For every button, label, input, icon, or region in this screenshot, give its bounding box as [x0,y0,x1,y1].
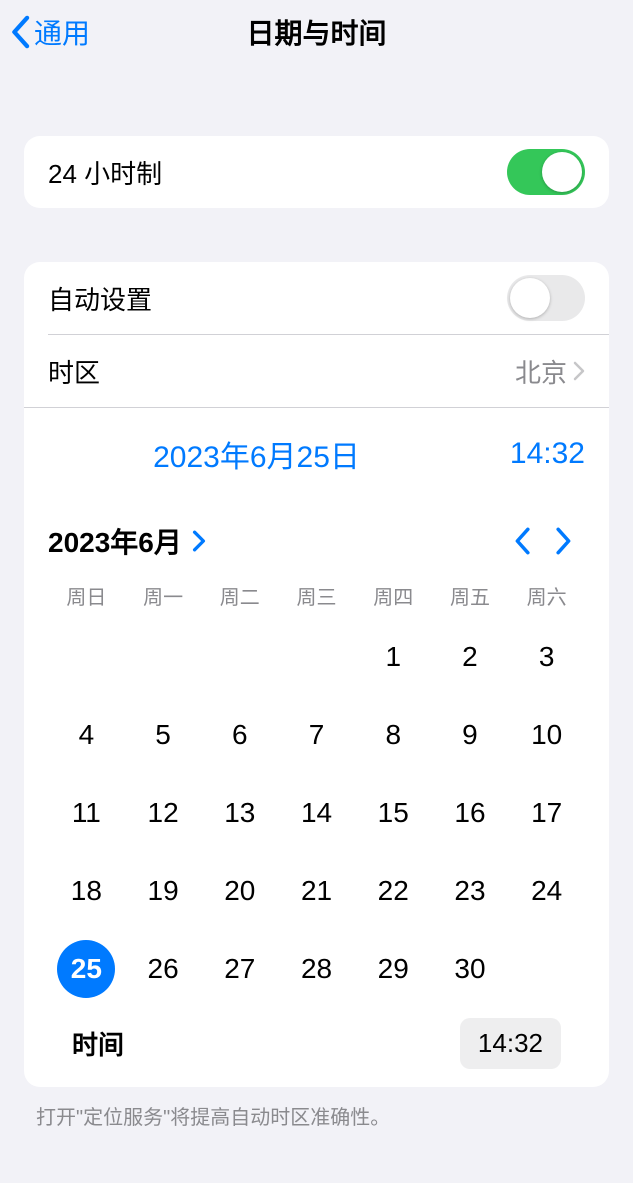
calendar-day[interactable]: 25 [48,930,125,1008]
back-label: 通用 [34,12,90,52]
calendar-day[interactable]: 11 [48,774,125,852]
calendar-day[interactable]: 3 [508,618,585,696]
calendar-day[interactable]: 13 [201,774,278,852]
calendar-day[interactable]: 20 [201,852,278,930]
month-picker-button[interactable]: 2023年6月 [48,521,206,561]
month-label: 2023年6月 [48,521,182,561]
row-timezone[interactable]: 时区 北京 [24,335,609,407]
toggle-auto[interactable] [507,275,585,321]
chevron-right-icon [555,527,573,555]
footer-hint: 打开"定位服务"将提高自动时区准确性。 [36,1101,597,1130]
weekday-label: 周三 [278,575,355,616]
calendar-day[interactable]: 8 [355,696,432,774]
calendar-day-blank [278,618,355,696]
calendar-day[interactable]: 27 [201,930,278,1008]
back-button[interactable]: 通用 [10,12,90,52]
calendar-day[interactable]: 22 [355,852,432,930]
calendar-day[interactable]: 5 [125,696,202,774]
calendar-header: 2023年6月 [48,513,585,569]
calendar-day[interactable]: 16 [432,774,509,852]
weekday-label: 周一 [125,575,202,616]
label-auto: 自动设置 [48,280,507,317]
value-timezone: 北京 [515,353,567,390]
calendar-day[interactable]: 23 [432,852,509,930]
calendar-day[interactable]: 15 [355,774,432,852]
summary-date[interactable]: 2023年6月25日 [48,432,465,476]
calendar-day[interactable]: 19 [125,852,202,930]
calendar: 2023年6月 周日周一周二周三周四周五周六 12345678910111213… [24,499,609,1087]
calendar-day[interactable]: 6 [201,696,278,774]
calendar-day[interactable]: 14 [278,774,355,852]
calendar-day[interactable]: 9 [432,696,509,774]
calendar-day[interactable]: 10 [508,696,585,774]
summary-time[interactable]: 14:32 [465,437,585,471]
weekday-label: 周日 [48,575,125,616]
calendar-day[interactable]: 21 [278,852,355,930]
time-picker-button[interactable]: 14:32 [460,1018,561,1069]
calendar-day-blank [201,618,278,696]
label-24h: 24 小时制 [48,154,507,191]
chevron-left-icon [10,15,30,49]
prev-month-button[interactable] [501,521,543,561]
label-timezone: 时区 [48,353,515,390]
calendar-day[interactable]: 26 [125,930,202,1008]
calendar-day[interactable]: 12 [125,774,202,852]
calendar-day[interactable]: 17 [508,774,585,852]
calendar-day[interactable]: 18 [48,852,125,930]
row-summary: 2023年6月25日 14:32 [24,407,609,499]
chevron-right-icon [573,361,585,381]
calendar-day[interactable]: 30 [432,930,509,1008]
calendar-day[interactable]: 7 [278,696,355,774]
page-title: 日期与时间 [0,12,633,52]
chevron-left-icon [513,527,531,555]
row-24h: 24 小时制 [24,136,609,208]
calendar-day[interactable]: 4 [48,696,125,774]
chevron-right-icon [192,530,206,552]
time-label: 时间 [72,1025,460,1062]
calendar-day-blank [48,618,125,696]
row-time: 时间 14:32 [48,1008,585,1069]
weekday-label: 周五 [432,575,509,616]
calendar-day-blank [508,930,585,1008]
group-datetime: 自动设置 时区 北京 2023年6月25日 14:32 2023年6月 周日周一… [24,262,609,1087]
toggle-24h[interactable] [507,149,585,195]
calendar-day[interactable]: 24 [508,852,585,930]
calendar-day[interactable]: 28 [278,930,355,1008]
weekday-row: 周日周一周二周三周四周五周六 [48,575,585,616]
calendar-day-blank [125,618,202,696]
nav-bar: 通用 日期与时间 [0,0,633,64]
weekday-label: 周四 [355,575,432,616]
weekday-label: 周二 [201,575,278,616]
calendar-day[interactable]: 29 [355,930,432,1008]
weekday-label: 周六 [508,575,585,616]
next-month-button[interactable] [543,521,585,561]
days-grid: 1234567891011121314151617181920212223242… [48,618,585,1008]
row-auto: 自动设置 [24,262,609,334]
calendar-day[interactable]: 2 [432,618,509,696]
group-24h: 24 小时制 [24,136,609,208]
calendar-day[interactable]: 1 [355,618,432,696]
